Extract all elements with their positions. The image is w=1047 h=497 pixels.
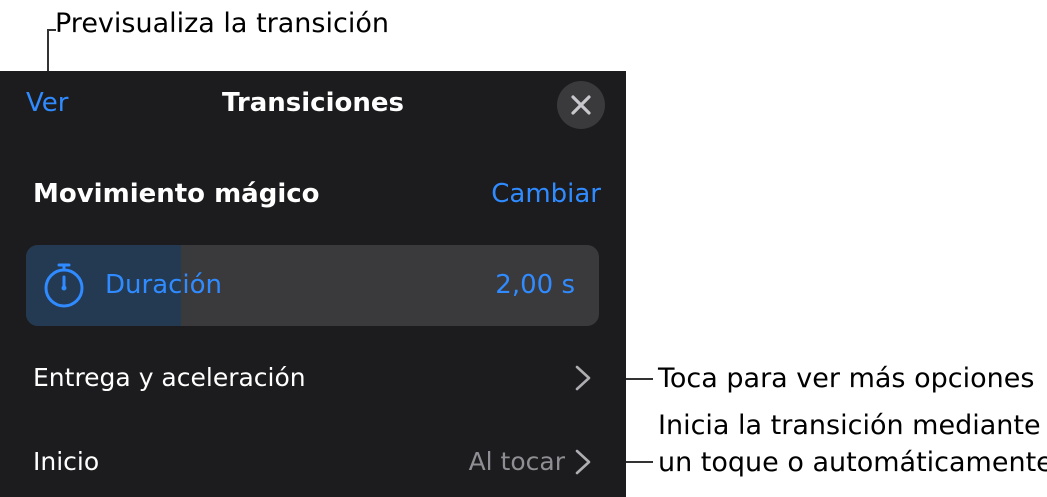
chevron-right-icon: [575, 365, 591, 391]
change-button[interactable]: Cambiar: [491, 177, 601, 211]
duration-value: 2,00 s: [495, 270, 575, 300]
delivery-easing-label: Entrega y aceleración: [33, 363, 306, 392]
callout-line-preview-tick: [47, 29, 56, 31]
panel-title: Transiciones: [222, 88, 404, 118]
close-button[interactable]: [557, 81, 605, 129]
callout-start-line2: un toque o automáticamente: [658, 447, 1047, 478]
duration-slider[interactable]: Duración 2,00 s: [26, 245, 599, 326]
callout-preview: Previsualiza la transición: [55, 8, 389, 39]
timer-icon: [44, 263, 84, 308]
callout-more-options: Toca para ver más opciones: [658, 363, 1035, 394]
start-value: Al tocar: [468, 447, 565, 476]
chevron-right-icon: [575, 449, 591, 475]
callout-start-line1: Inicia la transición mediante: [658, 410, 1041, 441]
duration-label: Duración: [105, 270, 223, 300]
effect-name: Movimiento mágico: [33, 179, 320, 209]
close-icon: [571, 95, 591, 115]
start-label: Inicio: [33, 447, 100, 476]
start-row[interactable]: Inicio Al tocar: [0, 432, 626, 492]
delivery-easing-row[interactable]: Entrega y aceleración: [0, 348, 626, 408]
transitions-panel: Ver Transiciones Movimiento mágico Cambi…: [0, 71, 626, 497]
